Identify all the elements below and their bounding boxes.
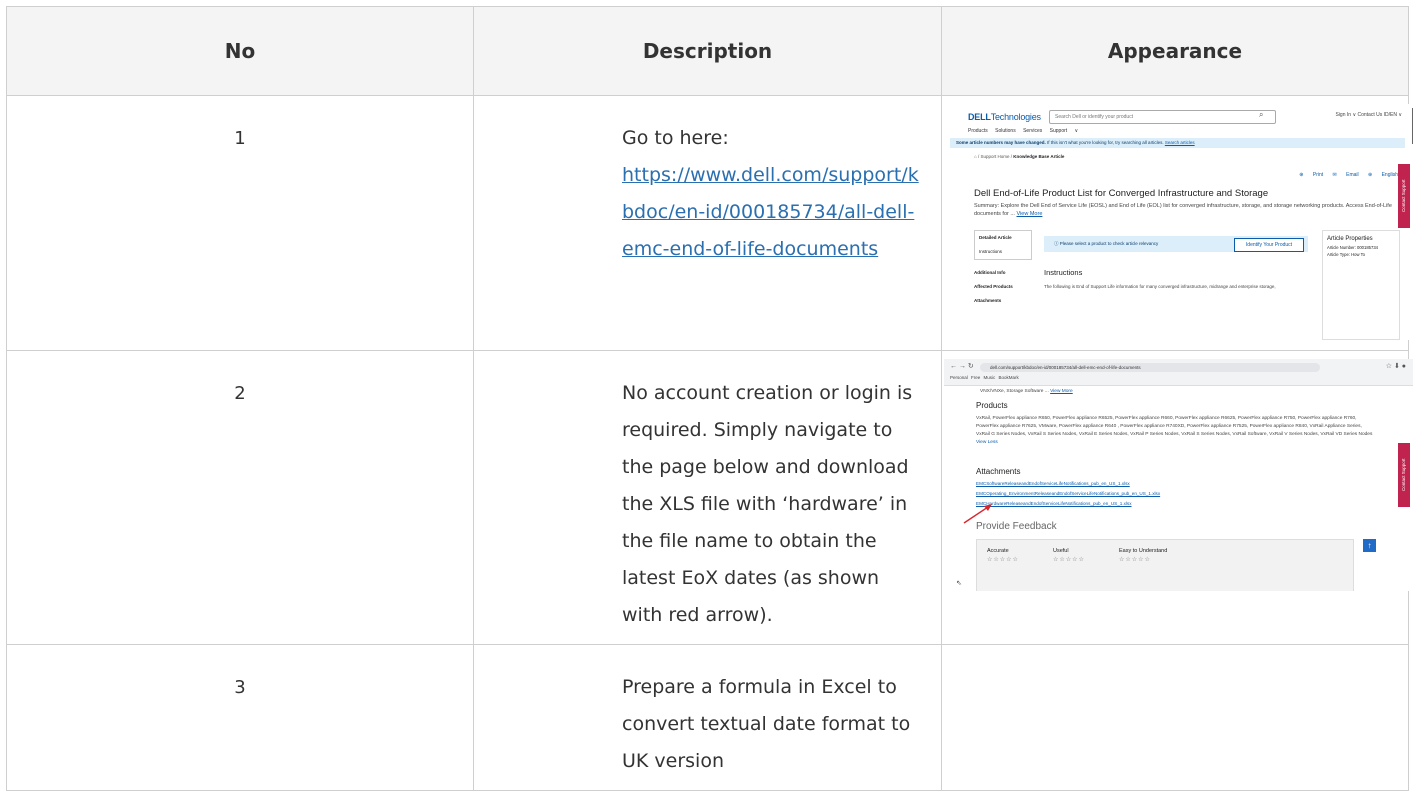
instructions-table: No Description Appearance 1 Go to here: …: [6, 6, 1413, 791]
dell-logo: DELLTechnologies: [968, 112, 1041, 122]
appearance-cell-empty: [941, 644, 1409, 791]
search-input[interactable]: Search Dell or identify your product: [1049, 110, 1276, 124]
nav-additional-info[interactable]: Additional Info: [974, 266, 1032, 280]
instructions-heading: Instructions: [1044, 268, 1083, 277]
header-row: No Description Appearance: [6, 6, 1409, 96]
table-row: 1 Go to here: https://www.dell.com/suppo…: [6, 95, 1413, 351]
instructions-text: The following is End of Support Life inf…: [1044, 284, 1276, 289]
nav-detailed-article[interactable]: Detailed Article: [979, 231, 1027, 245]
row-number: 1: [6, 95, 474, 351]
nav-affected-products[interactable]: Affected Products: [974, 280, 1032, 294]
search-articles-link[interactable]: Search articles: [1165, 140, 1195, 145]
contact-support-tab[interactable]: Contact Support: [1398, 164, 1410, 228]
row-description: Prepare a formula in Excel to convert te…: [473, 644, 942, 791]
article-properties: Article Properties Article Number: 00018…: [1322, 230, 1400, 340]
appearance-cell: DELLTechnologies Search Dell or identify…: [941, 95, 1413, 351]
row-number: 2: [6, 350, 474, 645]
screenshot-attachments-section: ← → ↻ dell.com/support/kbdoc/en-id/00018…: [944, 359, 1413, 591]
nav-attachments[interactable]: Attachments: [974, 294, 1032, 308]
article-actions[interactable]: ⊕ Print ✉ Email ⊕ English: [1299, 172, 1398, 178]
header-no: No: [6, 6, 474, 96]
row-description: Go to here: https://www.dell.com/support…: [473, 95, 942, 351]
view-more-link[interactable]: View More: [1017, 211, 1043, 217]
header-description: Description: [473, 6, 942, 96]
header-appearance: Appearance: [941, 6, 1409, 96]
article-summary: Summary: Explore the Dell End of Service…: [974, 203, 1392, 217]
breadcrumb: ⌂ / Support Home / Knowledge Base Articl…: [974, 154, 1065, 159]
appearance-cell: ← → ↻ dell.com/support/kbdoc/en-id/00018…: [941, 350, 1413, 645]
dell-kb-link[interactable]: https://www.dell.com/support/kbdoc/en-id…: [622, 164, 919, 260]
nav-instructions[interactable]: Instructions: [979, 245, 1027, 259]
table-row: 2 No account creation or login is requir…: [6, 350, 1413, 645]
top-nav[interactable]: Products Solutions Services Support ∨: [968, 128, 1078, 134]
screenshot-dell-kb-page: DELLTechnologies Search Dell or identify…: [944, 104, 1413, 340]
article-title: Dell End-of-Life Product List for Conver…: [974, 188, 1269, 199]
article-nav: Detailed Article Instructions Additional…: [974, 230, 1032, 308]
identify-product-button[interactable]: Identify Your Product: [1234, 238, 1304, 252]
account-links[interactable]: Sign In ∨ Contact Us ID/EN ∨: [1335, 112, 1402, 118]
description-text: Go to here:: [622, 127, 729, 149]
search-icon[interactable]: ⌕: [1259, 110, 1263, 120]
red-arrow-icon: [963, 504, 992, 524]
info-banner: Some article numbers may have changed. I…: [950, 138, 1405, 148]
row-description: No account creation or login is required…: [473, 350, 942, 645]
table-row: 3 Prepare a formula in Excel to convert …: [6, 644, 1409, 791]
row-number: 3: [6, 644, 474, 791]
